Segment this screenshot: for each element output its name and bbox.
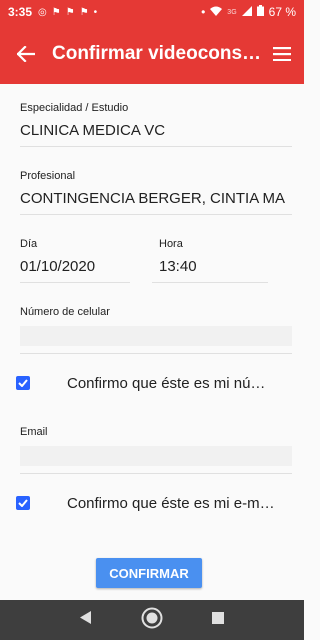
divider (20, 473, 292, 474)
flag-icon: ⚑ (65, 6, 75, 18)
email-input[interactable] (20, 446, 292, 466)
divider (20, 282, 130, 283)
status-bar: 3:35 ◎ ⚑ ⚑ ⚑ • • 3G 67 % (0, 0, 304, 24)
dia-field: Día 01/10/2020 (20, 238, 130, 283)
check-icon (18, 379, 28, 387)
dia-label: Día (20, 238, 38, 250)
confirm-email-checkbox[interactable] (16, 496, 30, 510)
triangle-back-icon (80, 611, 92, 624)
email-field[interactable]: Email (20, 426, 292, 474)
nav-home-button[interactable] (141, 607, 163, 634)
divider (152, 282, 268, 283)
hamburger-menu-icon (273, 47, 291, 61)
profesional-value: CONTINGENCIA BERGER, CINTIA MA (20, 190, 286, 207)
app-bar: Confirmar videocons… (0, 24, 304, 84)
profesional-field: Profesional CONTINGENCIA BERGER, CINTIA … (20, 170, 292, 215)
email-label: Email (20, 426, 48, 438)
whatsapp-icon: ◎ (38, 6, 47, 18)
battery-icon (256, 5, 264, 19)
network-type: 3G (227, 8, 237, 16)
hora-value: 13:40 (159, 258, 197, 275)
divider (20, 146, 292, 147)
divider (20, 214, 292, 215)
flag-icon: ⚑ (79, 6, 89, 18)
profesional-label: Profesional (20, 170, 76, 182)
celular-label: Número de celular (20, 306, 110, 318)
system-nav-bar (0, 600, 304, 640)
hora-field: Hora 13:40 (152, 238, 268, 283)
battery-percent: 67 % (268, 5, 296, 19)
confirm-button[interactable]: CONFIRMAR (96, 558, 202, 588)
check-icon (18, 499, 28, 507)
confirm-email-label: Confirmo que éste es mi e-m… (67, 494, 275, 512)
divider (20, 353, 292, 354)
page-title: Confirmar videocons… (52, 43, 260, 64)
notification-icons: ◎ ⚑ ⚑ ⚑ • (38, 7, 97, 18)
nav-back-button[interactable] (80, 611, 92, 629)
signal-icon (241, 5, 252, 19)
dot-icon: • (93, 6, 98, 18)
dot-icon: • (201, 5, 206, 19)
celular-input[interactable] (20, 326, 292, 346)
celular-field[interactable]: Número de celular (20, 306, 292, 354)
confirm-email-row[interactable]: Confirmo que éste es mi e-m… (16, 488, 296, 518)
nav-recents-button[interactable] (211, 611, 224, 629)
flag-icon: ⚑ (51, 6, 61, 18)
especialidad-label: Especialidad / Estudio (20, 102, 129, 114)
menu-button[interactable] (260, 24, 304, 84)
dia-value: 01/10/2020 (20, 258, 96, 275)
arrow-left-icon (17, 46, 35, 62)
confirm-phone-checkbox[interactable] (16, 376, 30, 390)
especialidad-value: CLINICA MEDICA VC (20, 122, 166, 139)
form-content: Especialidad / Estudio CLINICA MEDICA VC… (0, 84, 304, 600)
hora-label: Hora (159, 238, 183, 250)
back-button[interactable] (0, 24, 52, 84)
especialidad-field: Especialidad / Estudio CLINICA MEDICA VC (20, 102, 292, 147)
confirm-phone-label: Confirmo que éste es mi nú… (67, 374, 266, 392)
status-time: 3:35 (8, 5, 33, 19)
wifi-icon (210, 5, 223, 19)
circle-home-icon (141, 607, 163, 628)
confirm-phone-row[interactable]: Confirmo que éste es mi nú… (16, 368, 296, 398)
square-recents-icon (211, 612, 224, 624)
